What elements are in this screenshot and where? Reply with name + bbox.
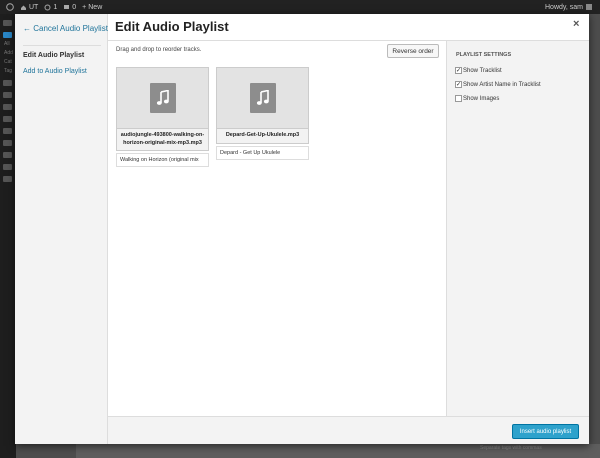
posts-icon[interactable] (3, 32, 12, 38)
show-artist-label: Show Artist Name in Tracklist (463, 81, 541, 88)
new-label: New (88, 3, 103, 11)
home-icon (21, 5, 26, 10)
track-tile[interactable]: Depard-Get-Up-Ukulele.mp3 Depard - Get U… (216, 67, 309, 160)
avatar (586, 4, 592, 10)
new-content-link[interactable]: + New (82, 4, 102, 11)
menu-item-add-to-playlist[interactable]: Add to Audio Playlist (23, 68, 87, 75)
show-tracklist-checkbox[interactable]: ✓ (455, 67, 462, 74)
collapse-icon[interactable] (3, 176, 12, 182)
show-tracklist-label: Show Tracklist (463, 67, 502, 74)
modal-title: Edit Audio Playlist (115, 19, 229, 34)
track-caption-input[interactable]: Depard - Get Up Ukulele (216, 145, 309, 160)
show-images-option[interactable]: Show Images (455, 95, 499, 102)
reorder-hint: Drag and drop to reorder tracks. (116, 47, 202, 53)
admin-sidebar: All Add Cat Tag (0, 14, 16, 458)
tools-icon[interactable] (3, 152, 12, 158)
settings-heading: PLAYLIST SETTINGS (456, 52, 512, 58)
show-images-label: Show Images (463, 95, 500, 102)
menu-separator (23, 45, 101, 46)
greeting: Howdy, sam (545, 3, 583, 11)
comment-icon (64, 4, 70, 9)
background-text: Separate tags with commas (480, 445, 542, 451)
playlist-settings-panel: PLAYLIST SETTINGS ✓ Show Tracklist ✓ Sho… (446, 41, 589, 416)
show-images-checkbox[interactable] (455, 95, 462, 102)
settings-icon[interactable] (3, 164, 12, 170)
track-tile[interactable]: audiojungle-493800-walking-on-horizon-or… (116, 67, 209, 167)
modal-toolbar: Insert audio playlist (108, 416, 589, 444)
comments-link[interactable]: 0 (63, 4, 76, 11)
appearance-icon[interactable] (3, 116, 12, 122)
insert-playlist-button[interactable]: Insert audio playlist (512, 424, 579, 439)
reverse-order-button[interactable]: Reverse order (387, 44, 439, 58)
plugins-icon[interactable] (3, 128, 12, 134)
media-menu: ← Cancel Audio Playlist Edit Audio Playl… (15, 14, 108, 444)
account-menu[interactable]: Howdy, sam (545, 4, 592, 11)
close-icon[interactable]: × (573, 18, 579, 30)
comments-count: 0 (72, 3, 77, 11)
media-modal: ← Cancel Audio Playlist Edit Audio Playl… (15, 14, 589, 444)
track-thumbnail[interactable] (216, 67, 309, 129)
dashboard-icon[interactable] (3, 20, 12, 26)
admin-bar: UT 1 0 + New Howdy, sam (0, 0, 600, 14)
track-caption-input[interactable]: Walking on Horizon (original mix (116, 153, 209, 167)
media-icon[interactable] (3, 80, 12, 86)
show-artist-checkbox[interactable]: ✓ (455, 81, 462, 88)
audio-file-icon (249, 83, 276, 113)
show-tracklist-option[interactable]: ✓ Show Tracklist (455, 67, 502, 74)
show-artist-option[interactable]: ✓ Show Artist Name in Tracklist (455, 81, 541, 88)
track-thumbnail[interactable] (116, 67, 209, 129)
track-filename: Depard-Get-Up-Ukulele.mp3 (216, 129, 309, 144)
background-page: Separate tags with commas (76, 444, 600, 458)
comments-icon[interactable] (3, 104, 12, 110)
updates-link[interactable]: 1 (44, 4, 57, 11)
track-filename: audiojungle-493800-walking-on-horizon-or… (116, 129, 209, 151)
updates-count: 1 (53, 3, 58, 11)
wp-logo-icon[interactable] (6, 3, 14, 11)
pages-icon[interactable] (3, 92, 12, 98)
menu-item-edit-playlist[interactable]: Edit Audio Playlist (23, 52, 84, 59)
plus-icon: + (82, 3, 87, 11)
updates-icon (44, 4, 51, 10)
cancel-playlist-link[interactable]: ← Cancel Audio Playlist (23, 24, 108, 33)
audio-file-icon (149, 83, 176, 113)
site-name-link[interactable]: UT (20, 4, 38, 11)
users-icon[interactable] (3, 140, 12, 146)
site-name: UT (29, 3, 39, 11)
